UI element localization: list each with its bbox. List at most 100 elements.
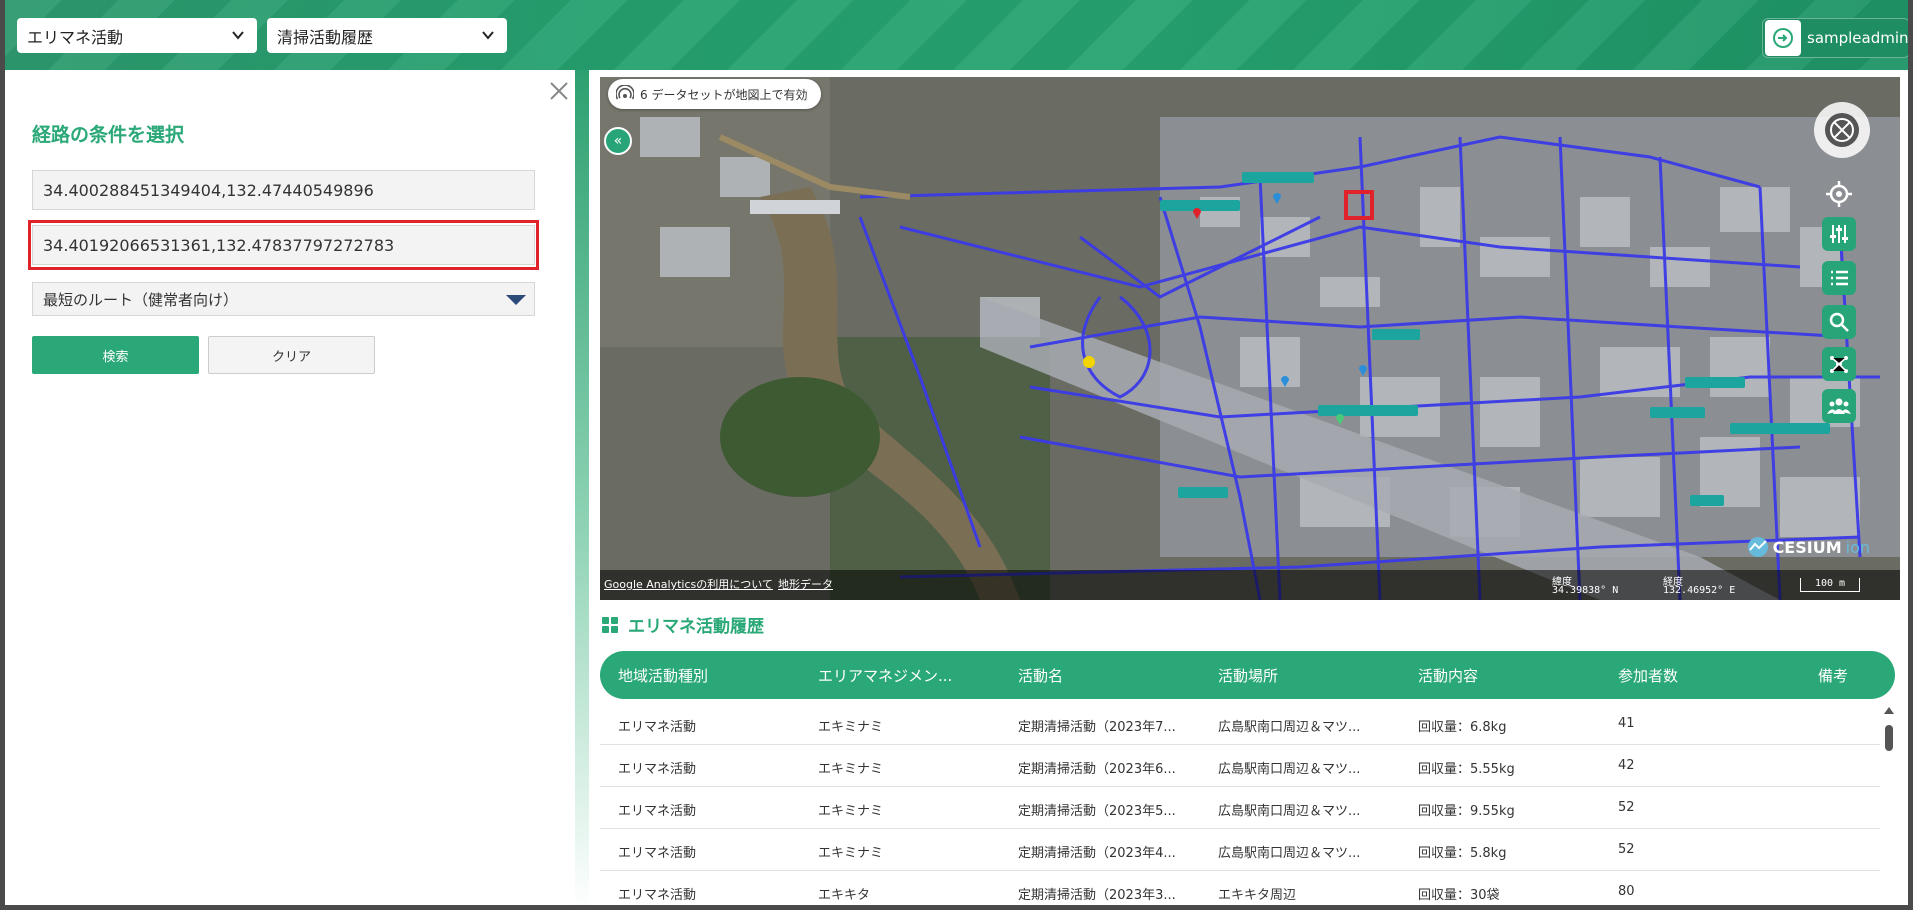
locate-button[interactable] xyxy=(1822,177,1856,211)
table-cell: エリマネ活動 xyxy=(618,720,697,735)
analytics-link[interactable]: Google Analyticsの利用について xyxy=(604,576,773,592)
close-icon[interactable] xyxy=(548,80,570,102)
app-window: エリマネ活動 清掃活動履歴 sampleadmin 経路の条件を選択 34.40… xyxy=(0,0,1913,910)
poi-label[interactable] xyxy=(1685,377,1745,388)
panel-divider xyxy=(575,70,589,905)
scrollbar-thumb[interactable] xyxy=(1885,725,1893,751)
table-cell: 80 xyxy=(1618,884,1635,899)
layer-list-button[interactable] xyxy=(1822,261,1856,295)
list-icon xyxy=(1831,270,1848,286)
selected-point-marker xyxy=(1344,190,1374,220)
network-analysis-button[interactable] xyxy=(1822,347,1856,381)
dataset-status-text: 6 データセットが地図上で有効 xyxy=(640,87,808,102)
route-type-value: 最短のルート（健常者向け） xyxy=(43,290,239,309)
map-pin-icon[interactable] xyxy=(1335,413,1345,425)
table-cell: エキミナミ xyxy=(818,804,884,819)
map-view[interactable]: 6 データセットが地図上で有効 « CESIUM ion Google Anal… xyxy=(600,77,1900,600)
table-cell: エリマネ活動 xyxy=(618,804,697,819)
scale-bar: 100 m xyxy=(1800,578,1860,592)
table-cell: エリマネ活動 xyxy=(618,888,697,903)
user-account-button[interactable]: sampleadmin xyxy=(1762,18,1908,58)
table-cell: 広島駅南口周辺＆マツ... xyxy=(1218,804,1361,819)
community-button[interactable] xyxy=(1822,389,1856,423)
table-cell: 回収量：5.55kg xyxy=(1418,762,1515,777)
search-icon xyxy=(1829,312,1849,332)
map-pin-icon[interactable] xyxy=(1358,364,1368,376)
chevron-down-icon xyxy=(482,31,494,40)
category-select-value: エリマネ活動 xyxy=(27,27,124,47)
poi-label[interactable] xyxy=(1690,495,1724,506)
column-header[interactable]: 活動内容 xyxy=(1418,665,1598,686)
scroll-up-arrow-icon[interactable] xyxy=(1884,707,1894,714)
column-header[interactable]: エリアマネジメン... xyxy=(818,665,998,686)
column-header[interactable]: 備考 xyxy=(1818,665,1878,686)
table-row[interactable]: エリマネ活動 エキミナミ 定期清掃活動（2023年5... 広島駅南口周辺＆マツ...… xyxy=(600,787,1880,829)
history-select-value: 清掃活動履歴 xyxy=(277,27,374,47)
panel-title: 経路の条件を選択 xyxy=(32,124,185,146)
table-cell: 定期清掃活動（2023年3... xyxy=(1018,888,1176,903)
table-row[interactable]: エリマネ活動 エキミナミ 定期清掃活動（2023年4... 広島駅南口周辺＆マツ...… xyxy=(600,829,1880,871)
grid-icon xyxy=(602,616,618,633)
map-pin-icon[interactable] xyxy=(1272,192,1282,204)
route-panel: 経路の条件を選択 34.400288451349404,132.47440549… xyxy=(10,70,575,905)
poi-label[interactable] xyxy=(1318,405,1418,416)
end-coordinate-input[interactable]: 34.40192066531361,132.47837797272783 xyxy=(32,225,535,265)
poi-label[interactable] xyxy=(1372,329,1420,340)
search-button[interactable]: 検索 xyxy=(32,336,199,374)
table-cell: エキミナミ xyxy=(818,846,884,861)
table-cell: 回収量：30袋 xyxy=(1418,888,1500,903)
map-search-button[interactable] xyxy=(1822,305,1856,339)
table-scrollbar[interactable] xyxy=(1882,703,1896,905)
table-row[interactable]: エリマネ活動 エキキタ 定期清掃活動（2023年3... エキキタ周辺 回収量：30袋 8… xyxy=(600,871,1880,905)
table-cell: エキキタ周辺 xyxy=(1218,888,1297,903)
table-cell: エキミナミ xyxy=(818,762,884,777)
route-type-select[interactable]: 最短のルート（健常者向け） xyxy=(32,282,535,316)
broadcast-icon xyxy=(616,85,634,100)
table-cell: 広島駅南口周辺＆マツ... xyxy=(1218,762,1361,777)
table-title: エリマネ活動履歴 xyxy=(628,617,764,637)
table-header: 地域活動種別 エリアマネジメン... 活動名 活動場所 活動内容 参加者数 備考 xyxy=(600,651,1895,699)
header-bar: エリマネ活動 清掃活動履歴 sampleadmin xyxy=(5,0,1908,70)
start-coordinate-input[interactable]: 34.400288451349404,132.47440549896 xyxy=(32,170,535,210)
table-cell: 広島駅南口周辺＆マツ... xyxy=(1218,720,1361,735)
poi-label[interactable] xyxy=(1242,172,1314,183)
cesium-logo: CESIUM ion xyxy=(1747,536,1870,558)
column-header[interactable]: 参加者数 xyxy=(1618,665,1798,686)
table-cell: 回収量：9.55kg xyxy=(1418,804,1515,819)
history-select[interactable]: 清掃活動履歴 xyxy=(267,18,507,53)
table-cell: エキミナミ xyxy=(818,720,884,735)
compass-icon xyxy=(1825,113,1859,147)
dataset-status-pill[interactable]: 6 データセットが地図上で有効 xyxy=(608,79,822,109)
poi-label[interactable] xyxy=(1730,423,1830,434)
table-cell: 41 xyxy=(1618,716,1635,731)
clear-button[interactable]: クリア xyxy=(208,336,375,374)
scale-label: 100 m xyxy=(1814,578,1846,589)
table-cell: 定期清掃活動（2023年7... xyxy=(1018,720,1176,735)
table-cell: 回収量：6.8kg xyxy=(1418,720,1507,735)
sliders-icon xyxy=(1830,225,1848,243)
settings-sliders-button[interactable] xyxy=(1822,217,1856,251)
double-chevron-left-icon: « xyxy=(613,133,623,149)
table-row[interactable]: エリマネ活動 エキミナミ 定期清掃活動（2023年6... 広島駅南口周辺＆マツ...… xyxy=(600,745,1880,787)
map-footer: Google Analyticsの利用について 地形データ 緯度 34.3983… xyxy=(600,570,1900,600)
table-row[interactable]: エリマネ活動 エキミナミ 定期清掃活動（2023年7... 広島駅南口周辺＆マツ...… xyxy=(600,703,1880,745)
column-header[interactable]: 活動場所 xyxy=(1218,665,1398,686)
terrain-data-link[interactable]: 地形データ xyxy=(778,576,833,592)
column-header[interactable]: 活動名 xyxy=(1018,665,1198,686)
poi-label[interactable] xyxy=(1178,487,1228,498)
cesium-logo-icon xyxy=(1747,537,1768,557)
collapse-panel-button[interactable]: « xyxy=(604,127,632,155)
poi-label[interactable] xyxy=(1650,407,1705,418)
table-cell: 回収量：5.8kg xyxy=(1418,846,1507,861)
table-cell: 定期清掃活動（2023年6... xyxy=(1018,762,1176,777)
cesium-logo-suffix: ion xyxy=(1845,537,1870,557)
people-group-icon xyxy=(1827,398,1851,414)
table-cell: 52 xyxy=(1618,842,1635,857)
column-header[interactable]: 地域活動種別 xyxy=(618,665,798,686)
table-body: エリマネ活動 エキミナミ 定期清掃活動（2023年7... 広島駅南口周辺＆マツ...… xyxy=(600,703,1880,905)
map-pin-icon[interactable] xyxy=(1280,375,1290,387)
map-pin-icon[interactable] xyxy=(1192,207,1202,219)
category-select[interactable]: エリマネ活動 xyxy=(17,18,257,53)
compass-button[interactable] xyxy=(1814,102,1870,158)
network-icon xyxy=(1830,356,1848,373)
